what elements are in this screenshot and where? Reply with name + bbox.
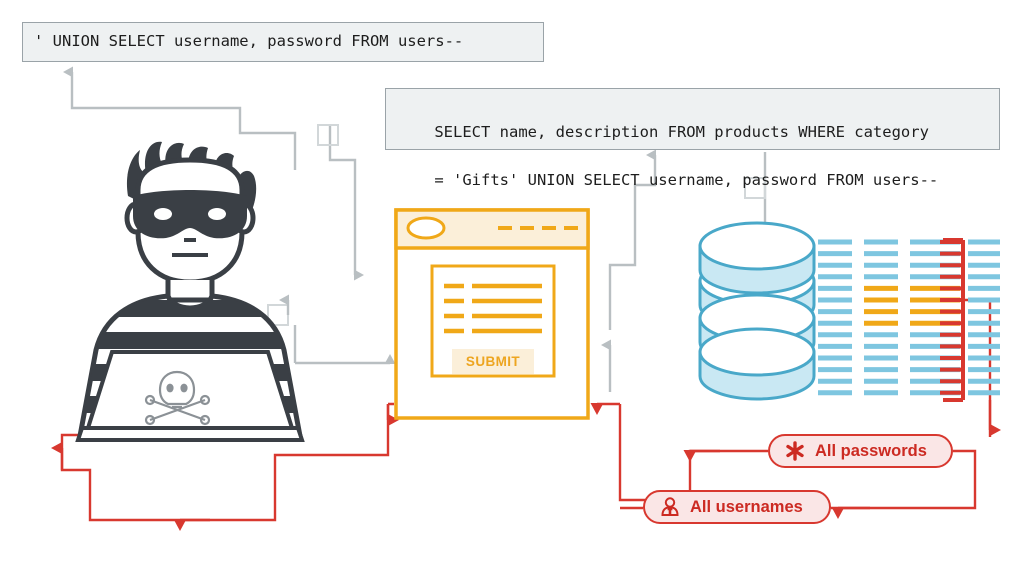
user-icon bbox=[659, 496, 681, 518]
sql-query-box: SELECT name, description FROM products W… bbox=[385, 88, 1000, 189]
badge-label: All passwords bbox=[815, 441, 927, 460]
status-badge-all-passwords: All passwords bbox=[768, 434, 953, 468]
bracket-ticks bbox=[940, 240, 963, 395]
data-grid bbox=[818, 239, 1000, 396]
submit-button[interactable]: SUBMIT bbox=[452, 349, 534, 374]
asterisk-icon bbox=[784, 440, 806, 462]
database-illustration bbox=[698, 221, 1000, 402]
sql-payload-box: ' UNION SELECT username, password FROM u… bbox=[22, 22, 544, 62]
sql-query-line-2: = 'Gifts' UNION SELECT username, passwor… bbox=[434, 171, 939, 189]
diagram-canvas: ' UNION SELECT username, password FROM u… bbox=[0, 0, 1024, 577]
sql-query-line-1: SELECT name, description FROM products W… bbox=[434, 123, 929, 141]
badge-label: All usernames bbox=[690, 497, 803, 516]
status-badge-all-usernames: All usernames bbox=[643, 490, 831, 524]
database-cylinder bbox=[698, 221, 816, 401]
